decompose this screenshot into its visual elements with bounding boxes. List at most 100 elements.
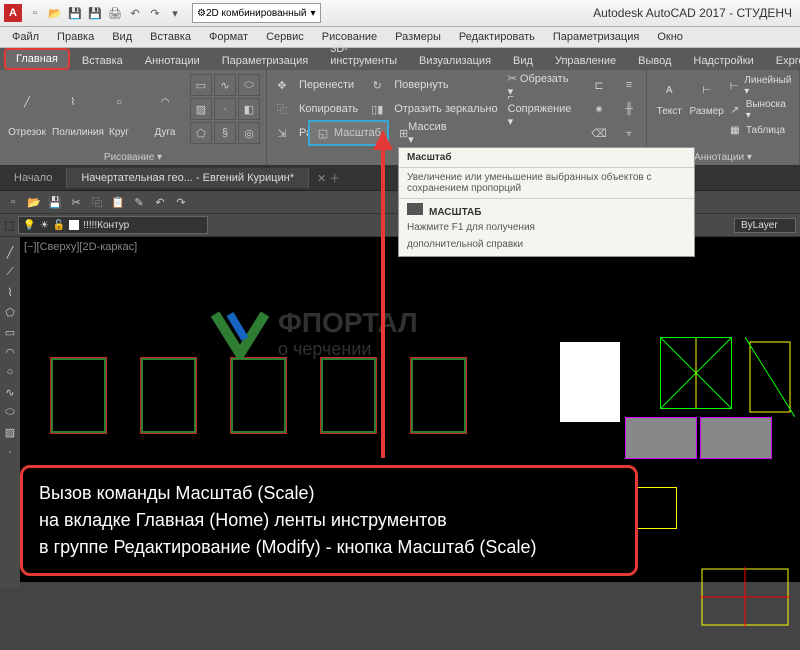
align-icon[interactable]: ≡ [618, 74, 640, 96]
tab-view[interactable]: Вид [503, 52, 543, 70]
menu-param[interactable]: Параметризация [545, 29, 647, 45]
menu-window[interactable]: Окно [649, 29, 691, 45]
tool-line[interactable]: ╱Отрезок [6, 81, 48, 138]
mirror-icon[interactable]: ▯▮ [368, 100, 386, 118]
menu-view[interactable]: Вид [104, 29, 140, 45]
lt-poly-icon[interactable]: ⬠ [1, 303, 19, 321]
region-icon[interactable]: ◧ [238, 98, 260, 120]
tab-home[interactable]: Главная [4, 48, 70, 70]
copy-label[interactable]: Копировать [299, 103, 364, 115]
viewport-label[interactable]: [−][Сверху][2D-каркас] [24, 241, 137, 253]
tb-match-icon[interactable]: ✎ [130, 193, 148, 211]
tool-circle[interactable]: ○Круг [98, 81, 140, 138]
join-icon[interactable]: ⫟ [618, 122, 640, 144]
tab-insert[interactable]: Вставка [72, 52, 133, 70]
layer-props-icon[interactable]: ⬚ [4, 219, 14, 232]
undo-icon[interactable]: ↶ [126, 4, 144, 22]
tb-undo-icon[interactable]: ↶ [151, 193, 169, 211]
lt-ellipse-icon[interactable]: ⬭ [1, 403, 19, 421]
lt-spline-icon[interactable]: ∿ [1, 383, 19, 401]
menu-format[interactable]: Формат [201, 29, 256, 45]
workspace-selector[interactable]: ⚙ 2D комбинированный ▾ [192, 3, 321, 23]
explode-icon[interactable]: ✷ [588, 98, 610, 120]
break-icon[interactable]: ╫ [618, 98, 640, 120]
rotate-icon[interactable]: ↻ [368, 76, 386, 94]
app-logo[interactable]: A [4, 4, 22, 22]
mirror-label[interactable]: Отразить зеркально [394, 103, 503, 115]
spline-icon[interactable]: ∿ [214, 74, 236, 96]
tb-paste-icon[interactable]: 📋 [109, 193, 127, 211]
saveas-icon[interactable]: 💾 [86, 4, 104, 22]
tb-redo-icon[interactable]: ↷ [172, 193, 190, 211]
move-label[interactable]: Перенести [299, 79, 364, 91]
drawing-viewport[interactable]: ╱ ⟋ ⌇ ⬠ ▭ ◠ ○ ∿ ⬭ ▨ · [−][Сверху][2D-кар… [0, 237, 800, 582]
menu-modify[interactable]: Редактировать [451, 29, 543, 45]
tab-output[interactable]: Вывод [628, 52, 681, 70]
anno-linear[interactable]: ⊢Линейный ▾ [728, 74, 793, 98]
lt-rect-icon[interactable]: ▭ [1, 323, 19, 341]
plot-icon[interactable]: 🖨 [106, 4, 124, 22]
tool-text[interactable]: AТекст [653, 74, 686, 138]
hatch-icon[interactable]: ▨ [190, 98, 212, 120]
layer-selector[interactable]: 💡 ☀ 🔓 !!!!!Контур [18, 216, 208, 234]
donut-icon[interactable]: ◎ [238, 122, 260, 144]
menu-insert[interactable]: Вставка [142, 29, 199, 45]
fillet-label[interactable]: ⌐ Сопряжение ▾ [508, 91, 580, 128]
anno-leader[interactable]: ↗Выноска ▾ [728, 98, 793, 122]
tooltip-body: Увеличение или уменьшение выбранных объе… [399, 168, 694, 198]
tool-dimension[interactable]: ⊢Размер [690, 74, 724, 138]
stretch-icon[interactable]: ⇲ [273, 124, 291, 142]
lt-line-icon[interactable]: ╱ [1, 243, 19, 261]
lt-circle-icon[interactable]: ○ [1, 363, 19, 381]
rect-icon[interactable]: ▭ [190, 74, 212, 96]
tool-arc[interactable]: ◠Дуга [144, 81, 186, 138]
ellipse-icon[interactable]: ⬭ [238, 74, 260, 96]
tab-visual[interactable]: Визуализация [409, 52, 501, 70]
lt-point-icon[interactable]: · [1, 443, 19, 461]
qat-more-icon[interactable]: ▾ [166, 4, 184, 22]
poly-icon[interactable]: ⬠ [190, 122, 212, 144]
open-icon[interactable]: 📂 [46, 4, 64, 22]
lt-hatch-icon[interactable]: ▨ [1, 423, 19, 441]
menu-file[interactable]: Файл [4, 29, 47, 45]
rotate-label[interactable]: Повернуть [394, 79, 503, 91]
copy-icon[interactable]: ⿻ [273, 100, 291, 118]
tb-save-icon[interactable]: 💾 [46, 193, 64, 211]
tab-annotate[interactable]: Аннотации [135, 52, 210, 70]
tb-copy-icon[interactable]: ⿻ [88, 193, 106, 211]
tab-3d[interactable]: 3D-инструменты [320, 40, 407, 70]
tab-param[interactable]: Параметризация [212, 52, 318, 70]
redo-icon[interactable]: ↷ [146, 4, 164, 22]
tab-express[interactable]: Express [766, 52, 800, 70]
geom-1 [660, 337, 732, 409]
new-icon[interactable]: ▫ [26, 4, 44, 22]
erase-icon[interactable]: ⌫ [588, 122, 610, 144]
menu-tools[interactable]: Сервис [258, 29, 312, 45]
lt-pline-icon[interactable]: ⌇ [1, 283, 19, 301]
line-icon: ╱ [9, 81, 45, 125]
move-icon[interactable]: ✥ [273, 76, 291, 94]
menu-edit[interactable]: Правка [49, 29, 102, 45]
array-label[interactable]: Массив ▾ [408, 121, 446, 146]
tab-manage[interactable]: Управление [545, 52, 626, 70]
bylayer-selector[interactable]: ByLayer [734, 218, 796, 233]
offset-icon[interactable]: ⊏ [588, 74, 610, 96]
helix-icon[interactable]: § [214, 122, 236, 144]
lt-arc-icon[interactable]: ◠ [1, 343, 19, 361]
new-tab-icon[interactable]: ✕ ＋ [309, 170, 348, 186]
tb-new-icon[interactable]: ▫ [4, 193, 22, 211]
doc-tab-start[interactable]: Начало [0, 168, 67, 188]
polyline-icon: ⌇ [55, 81, 91, 125]
doc-tab-current[interactable]: Начертательная гео... - Евгений Курицин* [67, 168, 309, 188]
tab-addins[interactable]: Надстройки [683, 52, 763, 70]
callout-line3: в группе Редактирование (Modify) - кнопк… [39, 534, 619, 561]
anno-table[interactable]: ▦Таблица [728, 122, 793, 138]
tb-cut-icon[interactable]: ✂ [67, 193, 85, 211]
selection-rect-3 [230, 357, 287, 434]
lt-xline-icon[interactable]: ⟋ [1, 263, 19, 281]
panel-draw-title[interactable]: Рисование ▾ [6, 150, 260, 163]
point-icon[interactable]: · [214, 98, 236, 120]
tb-open-icon[interactable]: 📂 [25, 193, 43, 211]
tool-polyline[interactable]: ⌇Полилиния [52, 81, 94, 138]
save-icon[interactable]: 💾 [66, 4, 84, 22]
